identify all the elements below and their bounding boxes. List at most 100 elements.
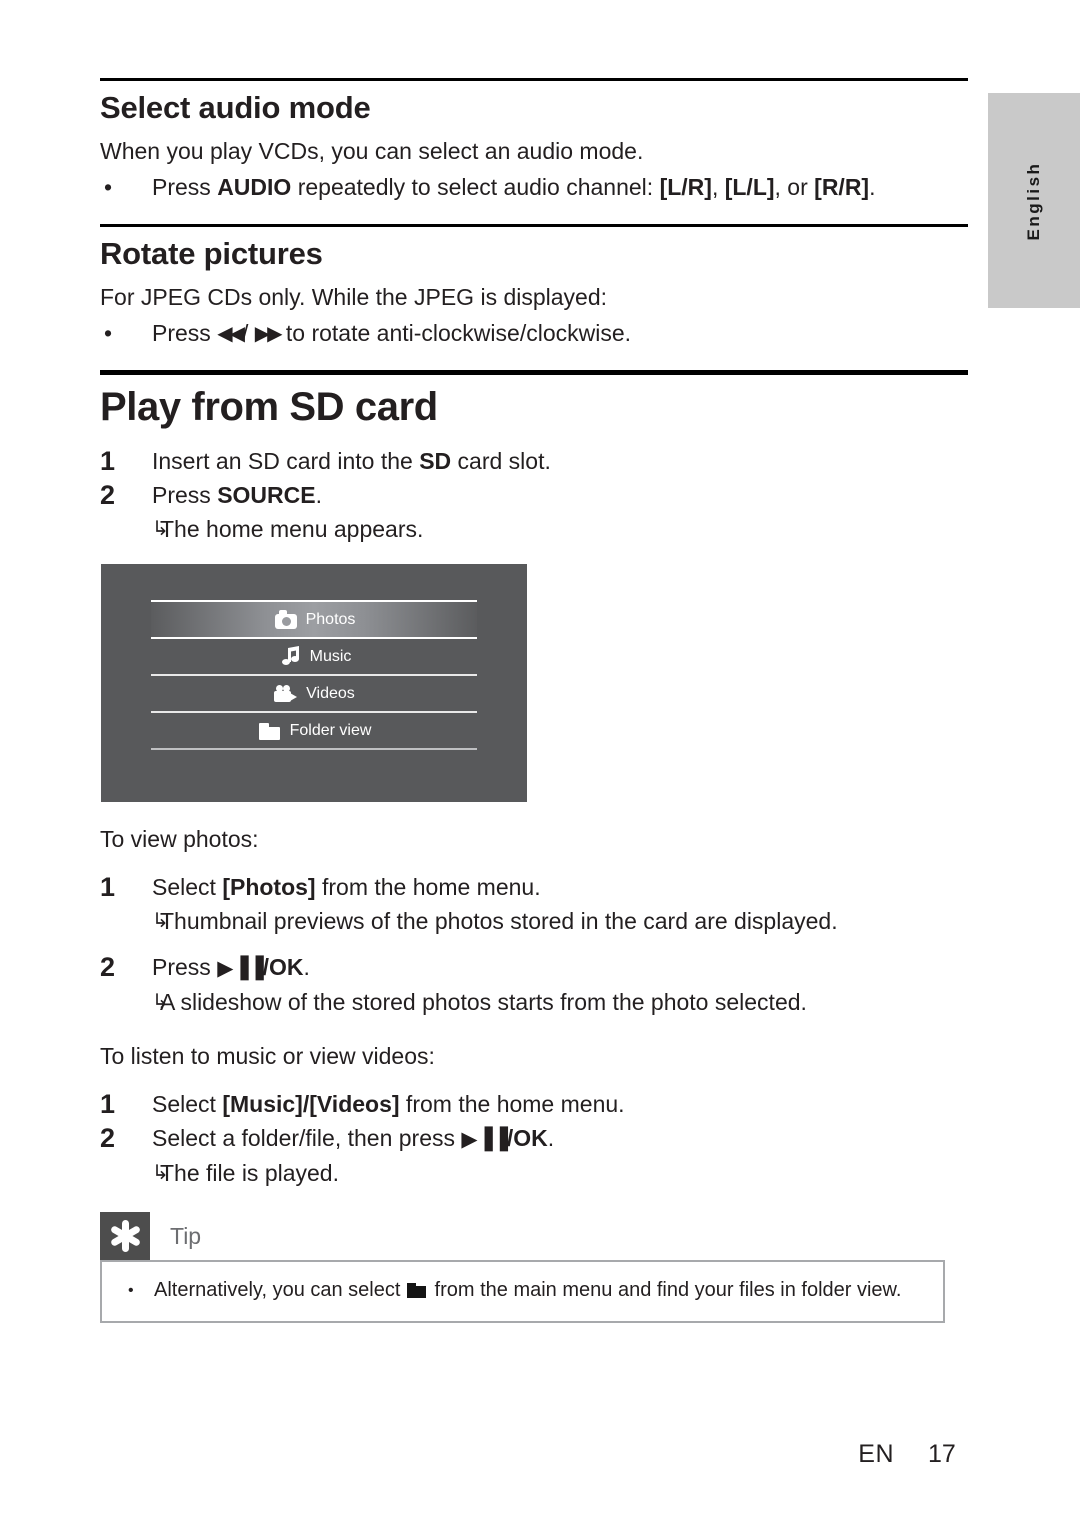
vp-step1-before: Select bbox=[152, 874, 223, 900]
home-menu-screenshot: Photos Music Videos Folder view bbox=[101, 564, 527, 802]
audio-sep-2: , or bbox=[774, 174, 815, 200]
step-number: 1 bbox=[100, 1089, 116, 1119]
section-intro-audio: When you play VCDs, you can select an au… bbox=[100, 138, 644, 164]
page-title: Play from SD card bbox=[100, 385, 438, 429]
substep-slideshow: ↳ A slideshow of the stored photos start… bbox=[100, 985, 968, 1019]
audio-option-rr: [R/R] bbox=[814, 174, 870, 200]
step-select-music-videos: 1 Select [Music]/[Videos] from the home … bbox=[100, 1087, 968, 1121]
tip-text: Alternatively, you can select from the m… bbox=[154, 1276, 923, 1305]
section-title-rotate-pictures: Rotate pictures bbox=[100, 236, 323, 271]
arrow-icon: ↳ bbox=[152, 910, 169, 932]
tip-label: Tip bbox=[170, 1222, 202, 1249]
menu-item-folder-view[interactable]: Folder view bbox=[151, 711, 477, 748]
step-text: Press ▶▐▐/OK. bbox=[152, 950, 968, 985]
folder-icon bbox=[257, 721, 283, 741]
section-divider-top bbox=[100, 78, 968, 81]
bullet-audio-channel: • Press AUDIO repeatedly to select audio… bbox=[100, 170, 968, 204]
step-text: Insert an SD card into the SD card slot. bbox=[152, 444, 968, 478]
section-divider-rotate bbox=[100, 224, 968, 227]
substep-file-played: ↳ The file is played. bbox=[100, 1156, 968, 1190]
step-number: 1 bbox=[100, 872, 116, 902]
step1-text-after: card slot. bbox=[451, 448, 551, 474]
tip-body: • Alternatively, you can select from the… bbox=[100, 1260, 945, 1323]
audio-middle-label: repeatedly to select audio channel: bbox=[291, 174, 660, 200]
vp-step1-after: from the home menu. bbox=[315, 874, 541, 900]
rotate-press-label: Press bbox=[152, 320, 218, 346]
step-press-source: 2 Press SOURCE. bbox=[100, 478, 968, 512]
tip-text-after: from the main menu and find your files i… bbox=[428, 1279, 902, 1301]
substep-home-menu-appears: ↳ The home menu appears. bbox=[100, 512, 968, 546]
step-insert-sd-card: 1 Insert an SD card into the SD card slo… bbox=[100, 444, 968, 478]
lead-view-photos: To view photos: bbox=[100, 826, 259, 852]
bullet-rotate: • Press ◀◀/ ▶▶ to rotate anti-clockwise/… bbox=[100, 316, 968, 350]
arrow-icon: ↳ bbox=[152, 991, 169, 1013]
photos-option-label: [Photos] bbox=[222, 874, 316, 900]
substep-text: The file is played. bbox=[160, 1160, 339, 1186]
music-videos-option-label: [Music]/[Videos] bbox=[222, 1091, 400, 1117]
arrow-icon: ↳ bbox=[152, 1162, 169, 1184]
step-select-photos: 1 Select [Photos] from the home menu. bbox=[100, 870, 968, 904]
menu-item-photos[interactable]: Photos bbox=[151, 600, 477, 637]
step-select-folder-file: 2 Select a folder/file, then press ▶▐▐/O… bbox=[100, 1121, 968, 1156]
tip-bullet-row: • Alternatively, you can select from the… bbox=[122, 1276, 923, 1305]
step-text: Press SOURCE. bbox=[152, 478, 968, 512]
mv-step2-after: . bbox=[547, 1125, 555, 1151]
bullet-marker: • bbox=[104, 174, 113, 200]
folder-icon bbox=[406, 1283, 426, 1298]
play-pause-icon: ▶▐▐ bbox=[461, 1127, 507, 1151]
video-camera-icon bbox=[273, 684, 299, 704]
step2-text-after: . bbox=[315, 482, 322, 508]
tip-text-before: Alternatively, you can select bbox=[154, 1279, 406, 1301]
mv-step1-before: Select bbox=[152, 1091, 223, 1117]
menu-item-label: Music bbox=[309, 647, 352, 665]
tip-header: Tip bbox=[100, 1212, 968, 1260]
language-tab-label: English bbox=[1024, 161, 1043, 240]
menu-item-videos[interactable]: Videos bbox=[151, 674, 477, 711]
step-number: 2 bbox=[100, 480, 116, 510]
substep-text: Thumbnail previews of the photos stored … bbox=[160, 908, 838, 934]
lead-music-videos: To listen to music or view videos: bbox=[100, 1043, 435, 1069]
music-note-icon bbox=[277, 645, 303, 667]
play-pause-icon: ▶▐▐ bbox=[217, 956, 263, 980]
document-page: English Select audio mode When you play … bbox=[0, 0, 1080, 1528]
audio-press-label: Press bbox=[152, 174, 218, 200]
step-number: 1 bbox=[100, 446, 116, 476]
substep-text: The home menu appears. bbox=[160, 516, 424, 542]
menu-item-label: Photos bbox=[305, 610, 356, 628]
step-text: Select [Music]/[Videos] from the home me… bbox=[152, 1087, 968, 1121]
home-menu-list: Photos Music Videos Folder view bbox=[151, 600, 477, 750]
audio-sep-1: , bbox=[711, 174, 725, 200]
step-number: 2 bbox=[100, 952, 116, 982]
step1-text-before: Insert an SD card into the bbox=[152, 448, 420, 474]
menu-item-music[interactable]: Music bbox=[151, 637, 477, 674]
audio-option-ll: [L/L] bbox=[724, 174, 775, 200]
bullet-marker: • bbox=[104, 320, 113, 346]
footer-page-number: 17 bbox=[928, 1440, 956, 1468]
vp-step2-after: . bbox=[303, 954, 310, 980]
chapter-divider bbox=[100, 370, 968, 375]
vp-step2-before: Press bbox=[152, 954, 218, 980]
ok-key-label: /OK bbox=[262, 954, 304, 980]
audio-suffix: . bbox=[869, 174, 876, 200]
ok-key-label: /OK bbox=[506, 1125, 548, 1151]
tip-asterisk-icon bbox=[100, 1212, 150, 1260]
source-key-label: SOURCE bbox=[217, 482, 316, 508]
section-intro-rotate: For JPEG CDs only. While the JPEG is dis… bbox=[100, 284, 608, 310]
step-number: 2 bbox=[100, 1123, 116, 1153]
audio-key-label: AUDIO bbox=[217, 174, 292, 200]
section-title-select-audio-mode: Select audio mode bbox=[100, 90, 371, 125]
audio-option-lr: [L/R] bbox=[659, 174, 712, 200]
menu-item-label: Folder view bbox=[289, 721, 372, 739]
step-press-play-pause-ok: 2 Press ▶▐▐/OK. bbox=[100, 950, 968, 985]
step2-text-before: Press bbox=[152, 482, 218, 508]
mv-step1-after: from the home menu. bbox=[399, 1091, 625, 1117]
bullet-text: Press AUDIO repeatedly to select audio c… bbox=[152, 170, 968, 204]
rotate-suffix: to rotate anti-clockwise/clockwise. bbox=[279, 320, 632, 346]
language-tab: English bbox=[988, 93, 1080, 308]
step-text: Select [Photos] from the home menu. bbox=[152, 870, 968, 904]
substep-thumbnails: ↳ Thumbnail previews of the photos store… bbox=[100, 904, 968, 938]
arrow-icon: ↳ bbox=[152, 518, 169, 540]
menu-bottom-divider bbox=[151, 748, 477, 750]
page-footer: EN 17 bbox=[0, 1440, 968, 1469]
page-content: Select audio mode When you play VCDs, yo… bbox=[100, 0, 968, 1323]
